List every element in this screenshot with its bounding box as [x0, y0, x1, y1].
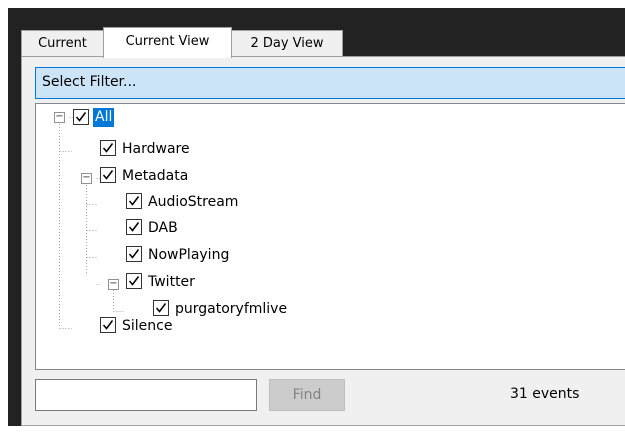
filter-label: Select Filter...	[42, 74, 137, 90]
checkmark-icon	[102, 320, 114, 330]
collapse-icon[interactable]: −	[108, 279, 119, 290]
checkbox-audiostream[interactable]	[126, 193, 142, 209]
filter-selector[interactable]: Select Filter...	[35, 67, 625, 99]
checkmark-icon	[128, 196, 140, 206]
checkmark-icon	[102, 143, 114, 153]
find-button[interactable]: Find	[269, 379, 345, 411]
event-count: 31 events	[510, 386, 580, 402]
checkmark-icon	[102, 170, 114, 180]
tree-node-silence[interactable]: Silence	[36, 317, 236, 339]
checkbox-all[interactable]	[73, 109, 89, 125]
tree-node-label: DAB	[148, 220, 178, 236]
search-input[interactable]	[35, 379, 257, 411]
tree-node-label: NowPlaying	[148, 247, 230, 263]
checkmark-icon	[75, 112, 87, 122]
checkmark-icon	[155, 303, 167, 313]
tree-node-label: All	[93, 108, 115, 127]
tree-node-all[interactable]: − All	[36, 108, 236, 130]
tree-node-twitter[interactable]: − Twitter	[36, 273, 236, 295]
checkmark-icon	[128, 276, 140, 286]
checkbox-silence[interactable]	[100, 317, 116, 333]
checkbox-metadata[interactable]	[100, 167, 116, 183]
tree-node-label: Twitter	[148, 274, 195, 290]
tab-current[interactable]: Current	[21, 30, 104, 57]
tree-node-nowplaying[interactable]: NowPlaying	[36, 246, 256, 268]
checkbox-twitter[interactable]	[126, 273, 142, 289]
tab-panel: Select Filter... − All Hardware − Metada…	[21, 56, 625, 426]
collapse-icon[interactable]: −	[81, 173, 92, 184]
checkbox-hardware[interactable]	[100, 140, 116, 156]
tab-2-day-view[interactable]: 2 Day View	[231, 30, 343, 57]
tree-node-label: Silence	[122, 318, 173, 334]
tree-node-audiostream[interactable]: AudioStream	[36, 193, 256, 215]
filter-tree: − All Hardware − Metadata AudioStream DA…	[35, 103, 625, 370]
checkbox-dab[interactable]	[126, 219, 142, 235]
search-bar: Find 31 events	[35, 379, 625, 411]
tree-node-label: AudioStream	[148, 194, 239, 210]
checkmark-icon	[128, 249, 140, 259]
tab-current-view[interactable]: Current View	[103, 27, 232, 58]
tree-node-dab[interactable]: DAB	[36, 219, 236, 241]
tree-node-metadata[interactable]: − Metadata	[36, 167, 236, 189]
tree-node-hardware[interactable]: Hardware	[36, 140, 236, 162]
checkbox-nowplaying[interactable]	[126, 246, 142, 262]
tree-node-label: Metadata	[122, 168, 189, 184]
collapse-icon[interactable]: −	[54, 112, 65, 123]
tree-node-label: Hardware	[122, 141, 190, 157]
checkbox-purgatoryfmlive[interactable]	[153, 300, 169, 316]
checkmark-icon	[128, 222, 140, 232]
